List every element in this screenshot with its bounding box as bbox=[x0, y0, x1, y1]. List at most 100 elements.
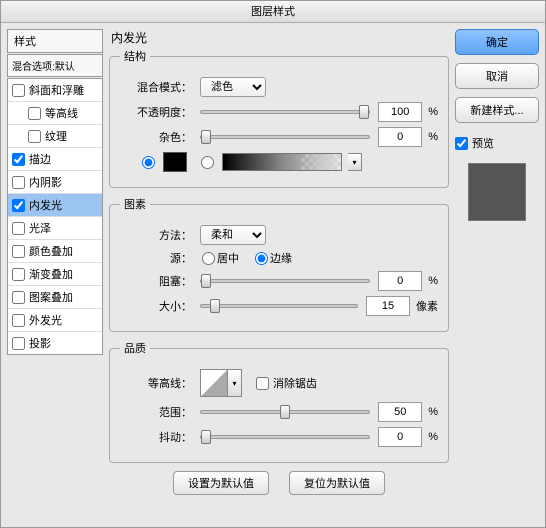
source-center-radio[interactable] bbox=[202, 252, 215, 265]
gradient-swatch[interactable] bbox=[222, 153, 342, 171]
jitter-unit: % bbox=[428, 431, 438, 443]
effect-checkbox[interactable] bbox=[12, 268, 25, 281]
effect-label: 图案叠加 bbox=[29, 289, 73, 305]
effect-label: 光泽 bbox=[29, 220, 51, 236]
anti-alias-checkbox[interactable] bbox=[256, 377, 269, 390]
size-label: 大小： bbox=[120, 298, 192, 314]
color-swatch[interactable] bbox=[163, 152, 187, 172]
blend-options-heading[interactable]: 混合选项:默认 bbox=[7, 54, 103, 77]
effects-list: 斜面和浮雕等高线纹理描边内阴影内发光光泽颜色叠加渐变叠加图案叠加外发光投影 bbox=[7, 78, 103, 355]
structure-legend: 结构 bbox=[120, 48, 150, 64]
effect-checkbox[interactable] bbox=[12, 291, 25, 304]
source-edge-label: 边缘 bbox=[270, 250, 292, 266]
effect-label: 投影 bbox=[29, 335, 51, 351]
ok-button[interactable]: 确定 bbox=[455, 29, 539, 55]
set-default-button[interactable]: 设置为默认值 bbox=[173, 471, 269, 495]
noise-input[interactable] bbox=[378, 127, 422, 147]
opacity-label: 不透明度： bbox=[120, 104, 192, 120]
gradient-dropdown-icon[interactable]: ▾ bbox=[348, 153, 362, 171]
effect-label: 斜面和浮雕 bbox=[29, 82, 84, 98]
noise-label: 杂色： bbox=[120, 129, 192, 145]
reset-default-button[interactable]: 复位为默认值 bbox=[289, 471, 385, 495]
effect-label: 描边 bbox=[29, 151, 51, 167]
effect-checkbox[interactable] bbox=[12, 153, 25, 166]
panel-title: 内发光 bbox=[109, 29, 449, 46]
effect-item-1[interactable]: 等高线 bbox=[8, 102, 102, 125]
effect-label: 外发光 bbox=[29, 312, 62, 328]
effect-label: 内发光 bbox=[29, 197, 62, 213]
effect-checkbox[interactable] bbox=[12, 222, 25, 235]
source-edge-radio[interactable] bbox=[255, 252, 268, 265]
noise-unit: % bbox=[428, 131, 438, 143]
quality-legend: 品质 bbox=[120, 340, 150, 356]
effect-label: 纹理 bbox=[45, 128, 67, 144]
effect-item-10[interactable]: 外发光 bbox=[8, 309, 102, 332]
opacity-slider[interactable] bbox=[200, 110, 370, 114]
blend-mode-label: 混合模式： bbox=[120, 79, 192, 95]
effect-label: 内阴影 bbox=[29, 174, 62, 190]
opacity-input[interactable] bbox=[378, 102, 422, 122]
effect-checkbox[interactable] bbox=[12, 199, 25, 212]
new-style-button[interactable]: 新建样式... bbox=[455, 97, 539, 123]
effect-item-7[interactable]: 颜色叠加 bbox=[8, 240, 102, 263]
settings-panel: 内发光 结构 混合模式： 滤色 不透明度： % 杂色： % bbox=[109, 29, 449, 521]
dialog-title: 图层样式 bbox=[1, 1, 545, 23]
effect-item-6[interactable]: 光泽 bbox=[8, 217, 102, 240]
contour-swatch[interactable] bbox=[200, 369, 228, 397]
effect-checkbox[interactable] bbox=[28, 107, 41, 120]
styles-heading[interactable]: 样式 bbox=[7, 29, 103, 53]
quality-group: 品质 等高线： ▾ 消除锯齿 范围： % 抖动： bbox=[109, 340, 449, 463]
technique-label: 方法： bbox=[120, 227, 192, 243]
source-center-label: 居中 bbox=[217, 250, 239, 266]
jitter-slider[interactable] bbox=[200, 435, 370, 439]
range-unit: % bbox=[428, 406, 438, 418]
choke-slider[interactable] bbox=[200, 279, 370, 283]
effect-label: 颜色叠加 bbox=[29, 243, 73, 259]
effect-item-3[interactable]: 描边 bbox=[8, 148, 102, 171]
choke-label: 阻塞： bbox=[120, 273, 192, 289]
size-slider[interactable] bbox=[200, 304, 358, 308]
effect-item-11[interactable]: 投影 bbox=[8, 332, 102, 354]
effect-item-4[interactable]: 内阴影 bbox=[8, 171, 102, 194]
structure-group: 结构 混合模式： 滤色 不透明度： % 杂色： % bbox=[109, 48, 449, 188]
contour-dropdown-icon[interactable]: ▾ bbox=[228, 369, 242, 397]
preview-label: 预览 bbox=[472, 135, 494, 151]
effect-item-9[interactable]: 图案叠加 bbox=[8, 286, 102, 309]
jitter-input[interactable] bbox=[378, 427, 422, 447]
gradient-radio[interactable] bbox=[201, 156, 214, 169]
size-input[interactable] bbox=[366, 296, 410, 316]
size-unit: 像素 bbox=[416, 298, 438, 314]
choke-unit: % bbox=[428, 275, 438, 287]
source-label: 源： bbox=[120, 250, 192, 266]
effect-checkbox[interactable] bbox=[12, 84, 25, 97]
opacity-unit: % bbox=[428, 106, 438, 118]
preview-checkbox[interactable] bbox=[455, 137, 468, 150]
action-panel: 确定 取消 新建样式... 预览 bbox=[455, 29, 539, 521]
range-input[interactable] bbox=[378, 402, 422, 422]
noise-slider[interactable] bbox=[200, 135, 370, 139]
blend-mode-select[interactable]: 滤色 bbox=[200, 77, 266, 97]
effect-item-0[interactable]: 斜面和浮雕 bbox=[8, 79, 102, 102]
effect-checkbox[interactable] bbox=[12, 176, 25, 189]
styles-sidebar: 样式 混合选项:默认 斜面和浮雕等高线纹理描边内阴影内发光光泽颜色叠加渐变叠加图… bbox=[7, 29, 103, 521]
choke-input[interactable] bbox=[378, 271, 422, 291]
anti-alias-label: 消除锯齿 bbox=[273, 375, 317, 391]
range-slider[interactable] bbox=[200, 410, 370, 414]
elements-legend: 图素 bbox=[120, 196, 150, 212]
solid-color-radio[interactable] bbox=[142, 156, 155, 169]
effect-label: 渐变叠加 bbox=[29, 266, 73, 282]
effect-checkbox[interactable] bbox=[28, 130, 41, 143]
effect-item-2[interactable]: 纹理 bbox=[8, 125, 102, 148]
effect-item-5[interactable]: 内发光 bbox=[8, 194, 102, 217]
effect-checkbox[interactable] bbox=[12, 245, 25, 258]
range-label: 范围： bbox=[120, 404, 192, 420]
jitter-label: 抖动： bbox=[120, 429, 192, 445]
technique-select[interactable]: 柔和 bbox=[200, 225, 266, 245]
cancel-button[interactable]: 取消 bbox=[455, 63, 539, 89]
preview-thumbnail bbox=[468, 163, 526, 221]
effect-item-8[interactable]: 渐变叠加 bbox=[8, 263, 102, 286]
contour-label: 等高线： bbox=[120, 375, 192, 391]
effect-checkbox[interactable] bbox=[12, 314, 25, 327]
effect-checkbox[interactable] bbox=[12, 337, 25, 350]
effect-label: 等高线 bbox=[45, 105, 78, 121]
